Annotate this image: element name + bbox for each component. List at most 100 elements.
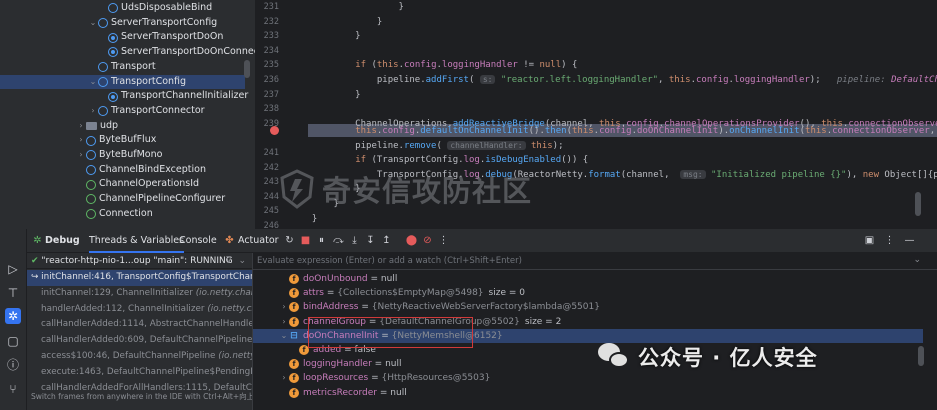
stack-frame[interactable]: callHandlerAdded:1114, AbstractChannelHa…: [27, 317, 252, 333]
variable-row[interactable]: f loggingHandler = null: [253, 357, 923, 371]
chevron-right-icon[interactable]: ›: [88, 104, 98, 119]
layout-icon[interactable]: ▣: [863, 234, 876, 247]
code-line: pipeline.remove( channelHandler: this);: [301, 140, 564, 151]
field-icon: f: [289, 302, 299, 313]
more-icon[interactable]: ⋮: [437, 234, 450, 247]
tab-console[interactable]: Console: [179, 229, 217, 253]
wechat-logo-icon: [598, 343, 630, 371]
equals-sign: =: [323, 288, 338, 299]
rerun-icon[interactable]: ↻: [283, 234, 296, 247]
stop-icon[interactable]: ■: [299, 234, 312, 247]
filter-icon[interactable]: ⊽: [225, 253, 232, 269]
tree-item[interactable]: ChannelOperationsId: [0, 177, 199, 192]
chevron-down-icon[interactable]: ⌄: [238, 253, 246, 269]
tree-item[interactable]: ⌄ ServerTransportConfig: [0, 16, 217, 31]
stack-frame[interactable]: handlerAdded:112, ChannelInitializer (io…: [27, 302, 252, 318]
step-into-icon[interactable]: ⤓: [348, 234, 361, 247]
tree-item-label: ChannelPipelineConfigurer: [99, 193, 226, 205]
code-line-current: this.config.defaultOnChannelInit().then(…: [355, 126, 936, 136]
pause-icon[interactable]: ⏸: [315, 234, 328, 247]
class-icon: [98, 76, 108, 87]
tree-item[interactable]: › udp: [0, 119, 118, 134]
variable-name: loggingHandler: [303, 359, 372, 370]
tab-debug[interactable]: Debug: [45, 229, 80, 253]
force-step-icon[interactable]: ↧: [364, 234, 377, 247]
wechat-watermark: 公众号 · 亿人安全: [598, 342, 818, 372]
stack-frame[interactable]: execute:1463, DefaultChannelPipeline$Pen…: [27, 365, 252, 381]
options-icon[interactable]: ⋮: [883, 234, 896, 247]
variables-scrollbar[interactable]: [918, 346, 924, 366]
tree-item[interactable]: Transport: [0, 60, 156, 75]
stack-frame-label: callHandlerAdded:1114, AbstractChannelHa…: [41, 319, 252, 330]
tree-item[interactable]: UdsDisposableBind: [0, 1, 212, 16]
tree-item[interactable]: ServerTransportDoOnConnection: [0, 45, 255, 60]
view-breakpoints-icon[interactable]: ⬤: [405, 234, 418, 247]
stack-frame[interactable]: callHandlerAdded0:609, DefaultChannelPip…: [27, 333, 252, 349]
tree-item[interactable]: TransportChannelInitializer: [0, 89, 248, 104]
variable-row[interactable]: › f bindAddress = {NettyReactiveWebServerF…: [253, 300, 923, 314]
debug-toolstrip: ▷ ⊤ ✲ ▢ ⓘ ⑂: [0, 229, 27, 410]
tree-item-label: UdsDisposableBind: [121, 2, 213, 13]
chevron-right-icon[interactable]: ›: [76, 133, 86, 148]
chevron-right-icon[interactable]: ›: [76, 119, 86, 134]
tree-item-label: ServerTransportDoOn: [121, 31, 224, 43]
step-out-icon[interactable]: ↥: [380, 234, 393, 247]
terminal-icon[interactable]: ▢: [5, 333, 21, 349]
debug-bug-icon[interactable]: ✲: [5, 308, 21, 324]
thread-selector[interactable]: ✔ "reactor-http-nio-1...oup "main": RUNN…: [27, 253, 252, 269]
interface-icon: [86, 179, 96, 190]
problems-icon[interactable]: ⓘ: [5, 357, 21, 373]
tree-item[interactable]: ServerTransportDoOn: [0, 30, 223, 45]
wechat-watermark-text: 公众号 · 亿人安全: [638, 346, 818, 370]
chevron-down-icon[interactable]: ⌄: [88, 16, 98, 31]
variable-value: null: [380, 274, 398, 284]
step-over-icon[interactable]: ⤼: [332, 234, 345, 247]
class-icon: [98, 18, 108, 29]
variable-row[interactable]: f doOnUnbound = null: [253, 272, 923, 286]
variable-size: size = 0: [488, 288, 525, 299]
tree-item[interactable]: ⌄ TransportConfig: [0, 74, 245, 90]
tree-item-label: ChannelBindException: [99, 163, 206, 175]
chevron-down-icon[interactable]: ⌄: [88, 75, 98, 90]
chevron-right-icon[interactable]: ›: [76, 148, 86, 163]
tree-item[interactable]: Connection: [0, 207, 153, 222]
tree-item[interactable]: › ByteBufMono: [0, 148, 162, 163]
stack-frame[interactable]: initChannel:129, ChannelInitializer (io.…: [27, 286, 252, 302]
tree-item[interactable]: › ByteBufFlux: [0, 133, 156, 148]
tree-item[interactable]: ChannelBindException: [0, 163, 206, 178]
stack-frame[interactable]: access$100:46, DefaultChannelPipeline (i…: [27, 349, 252, 365]
debug-icon: ✲: [33, 235, 42, 246]
variable-row[interactable]: f attrs = {Collections$EmptyMap@5498} size…: [253, 286, 923, 300]
stack-frame-package: (io.netty.channel): [207, 303, 252, 314]
tree-item-label: TransportChannelInitializer: [121, 90, 249, 102]
tab-actuator[interactable]: Actuator: [238, 229, 279, 253]
chevron-right-icon[interactable]: ›: [279, 315, 289, 329]
line-number: 235: [263, 60, 279, 71]
variable-value: null: [390, 387, 407, 398]
editor-scrollbar[interactable]: [915, 192, 921, 216]
tab-threads-variables[interactable]: Threads & Variables: [89, 229, 185, 253]
tree-item-label: udp: [100, 119, 119, 131]
breakpoint-icon[interactable]: [270, 126, 279, 135]
tree-scrollbar[interactable]: [244, 60, 250, 78]
chevron-down-icon[interactable]: ⌄: [279, 329, 289, 343]
expand-icon[interactable]: ⌄: [913, 255, 921, 265]
equals-sign: =: [367, 274, 381, 284]
tree-item[interactable]: › TransportConnector: [0, 104, 205, 119]
chevron-right-icon[interactable]: ›: [279, 371, 289, 385]
evaluate-expression-input[interactable]: Evaluate expression (Enter) or add a wat…: [253, 253, 937, 270]
hammer-icon[interactable]: ⊤: [5, 285, 21, 301]
frames-hint: Switch frames from anywhere in the IDE w…: [27, 391, 252, 403]
field-icon: f: [289, 359, 299, 370]
line-number: 242: [263, 162, 279, 173]
stack-frame[interactable]: ↪ initChannel:416, TransportConfig$Trans…: [27, 270, 252, 286]
interface-icon: [86, 194, 96, 205]
resume-icon[interactable]: ▷: [5, 261, 21, 277]
minimize-icon[interactable]: —: [903, 234, 916, 247]
variable-row[interactable]: › f loopResources = {HttpResources@5503}: [253, 371, 923, 385]
mute-breakpoints-icon[interactable]: ⊘: [421, 234, 434, 247]
chevron-right-icon[interactable]: ›: [279, 300, 289, 314]
git-icon[interactable]: ⑂: [5, 381, 21, 397]
variable-row[interactable]: f metricsRecorder = null: [253, 386, 923, 400]
tree-item[interactable]: ChannelPipelineConfigurer: [0, 192, 225, 207]
